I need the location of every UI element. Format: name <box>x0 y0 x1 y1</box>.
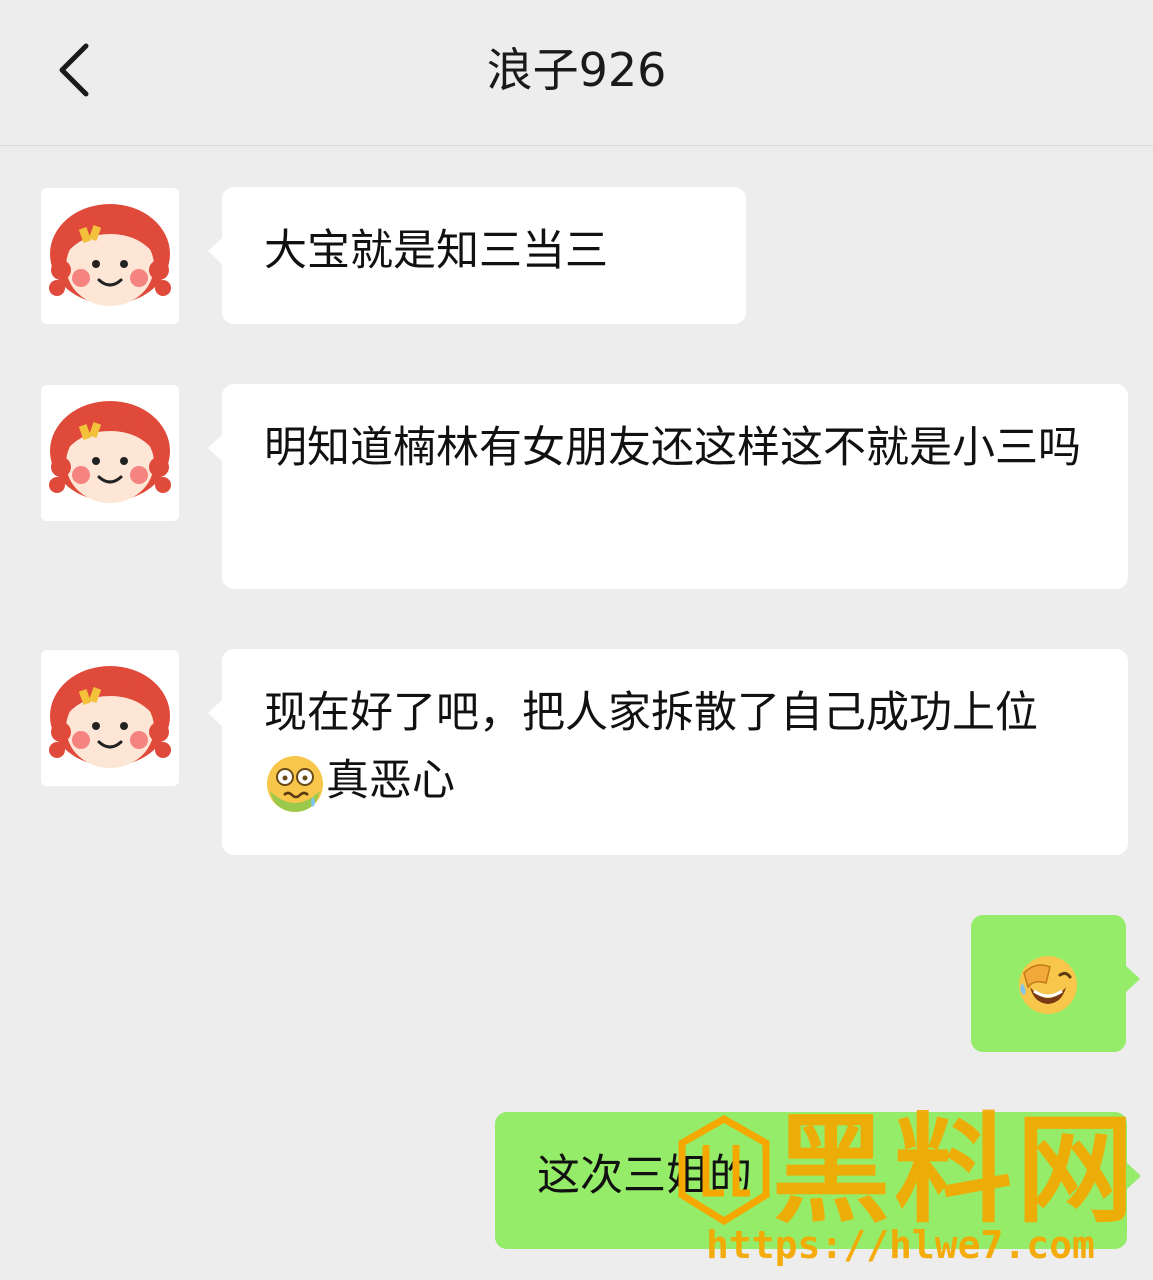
cartoon-girl-avatar-icon <box>41 650 179 786</box>
message-bubble-incoming[interactable]: 大宝就是知三当三 <box>208 187 746 324</box>
nauseated-face-icon <box>267 755 323 812</box>
message-text: 这次三姐的 <box>537 1151 752 1201</box>
facepalm-laugh-icon <box>1019 956 1077 1014</box>
cartoon-girl-avatar-icon <box>41 385 179 521</box>
chat-screen: 浪子926 大宝就是知三当三 明知道楠林有女朋友还这样这不就是小三吗 现在好了吧… <box>0 0 1153 1280</box>
chat-header: 浪子926 <box>0 0 1153 146</box>
message-text: 明知道楠林有女朋友还这样这不就是小三吗 <box>264 423 1081 473</box>
contact-avatar[interactable] <box>41 385 179 521</box>
message-text: 真恶心 <box>326 756 455 806</box>
contact-avatar[interactable] <box>41 188 179 324</box>
contact-avatar[interactable] <box>41 650 179 786</box>
message-text: 现在好了吧，把人家拆散了自己成功上位 <box>264 688 1038 738</box>
cartoon-girl-avatar-icon <box>41 188 179 324</box>
message-bubble-incoming[interactable]: 现在好了吧，把人家拆散了自己成功上位 真恶心 <box>208 649 1128 855</box>
message-text: 大宝就是知三当三 <box>264 226 608 276</box>
chat-title: 浪子926 <box>486 43 667 97</box>
message-bubble-outgoing[interactable] <box>971 915 1140 1052</box>
message-bubble-incoming[interactable]: 明知道楠林有女朋友还这样这不就是小三吗 <box>208 384 1128 589</box>
message-bubble-outgoing[interactable]: 这次三姐的 <box>495 1112 1141 1249</box>
